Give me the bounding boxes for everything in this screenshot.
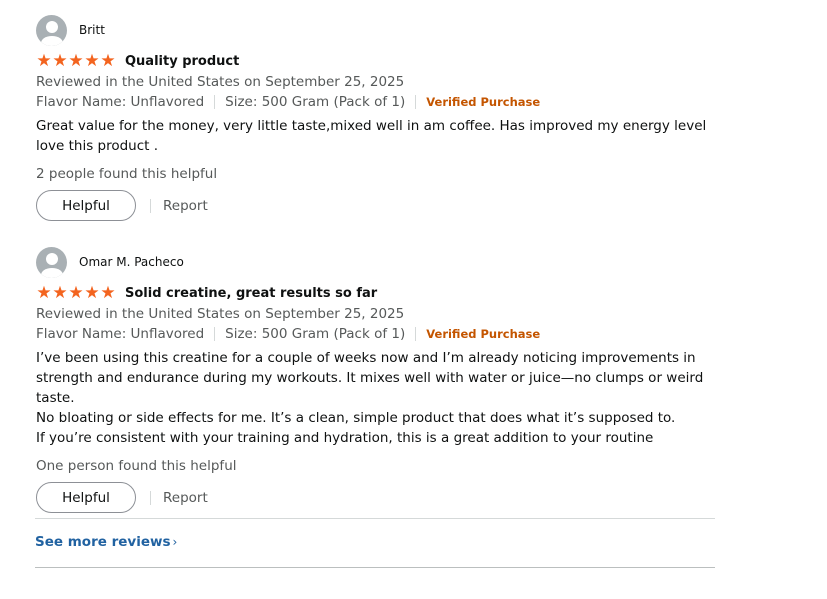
chevron-right-icon: ›: [172, 535, 178, 549]
review-text: If you’re consistent with your training …: [36, 430, 654, 446]
star-icon: ★: [100, 283, 116, 303]
divider: [214, 327, 216, 341]
flavor-name[interactable]: Flavor Name: Unflavored: [36, 92, 204, 112]
review-card: Britt ★ ★ ★ ★ ★ Quality product Reviewed…: [36, 14, 736, 221]
review-date: Reviewed in the United States on Septemb…: [36, 74, 405, 90]
star-icon: ★: [36, 51, 52, 71]
star-rating[interactable]: ★ ★ ★ ★ ★: [36, 51, 116, 71]
review-title[interactable]: Quality product: [125, 54, 239, 69]
avatar-icon: [36, 246, 67, 278]
divider: [415, 95, 417, 109]
review-card: Omar M. Pacheco ★ ★ ★ ★ ★ Solid creatine…: [36, 246, 736, 513]
star-icon: ★: [52, 51, 68, 71]
star-icon: ★: [68, 51, 84, 71]
helpful-button[interactable]: Helpful: [36, 482, 136, 513]
size-name[interactable]: Size: 500 Gram (Pack of 1): [225, 324, 405, 344]
reviewer-profile[interactable]: Omar M. Pacheco: [36, 246, 736, 278]
divider: [150, 490, 151, 505]
helpful-count: One person found this helpful: [36, 458, 237, 474]
helpful-button[interactable]: Helpful: [36, 190, 136, 221]
divider: [415, 327, 417, 341]
review-date: Reviewed in the United States on Septemb…: [36, 306, 405, 322]
see-more-reviews-link[interactable]: See more reviews ›: [35, 532, 177, 552]
section-divider: [35, 518, 715, 519]
divider: [150, 198, 151, 213]
review-text: Great value for the money, very little t…: [36, 118, 707, 154]
review-text: I’ve been using this creatine for a coup…: [36, 350, 704, 406]
review-title[interactable]: Solid creatine, great results so far: [125, 286, 377, 301]
reviewer-profile[interactable]: Britt: [36, 14, 736, 46]
helpful-count: 2 people found this helpful: [36, 166, 218, 182]
reviewer-name[interactable]: Omar M. Pacheco: [79, 255, 184, 269]
star-rating[interactable]: ★ ★ ★ ★ ★: [36, 283, 116, 303]
star-icon: ★: [100, 51, 116, 71]
see-more-label: See more reviews: [35, 534, 171, 550]
verified-purchase-badge: Verified Purchase: [426, 327, 541, 341]
verified-purchase-badge: Verified Purchase: [426, 95, 541, 109]
review-body: I’ve been using this creatine for a coup…: [36, 348, 736, 448]
star-icon: ★: [84, 51, 100, 71]
report-link[interactable]: Report: [163, 490, 208, 506]
star-icon: ★: [84, 283, 100, 303]
report-link[interactable]: Report: [163, 198, 208, 214]
star-icon: ★: [36, 283, 52, 303]
review-body: Great value for the money, very little t…: [36, 116, 736, 156]
flavor-name[interactable]: Flavor Name: Unflavored: [36, 324, 204, 344]
size-name[interactable]: Size: 500 Gram (Pack of 1): [225, 92, 405, 112]
star-icon: ★: [68, 283, 84, 303]
divider: [214, 95, 216, 109]
section-divider: [35, 567, 715, 568]
review-text: No bloating or side effects for me. It’s…: [36, 410, 676, 426]
star-icon: ★: [52, 283, 68, 303]
avatar-icon: [36, 14, 67, 46]
reviewer-name[interactable]: Britt: [79, 23, 105, 37]
